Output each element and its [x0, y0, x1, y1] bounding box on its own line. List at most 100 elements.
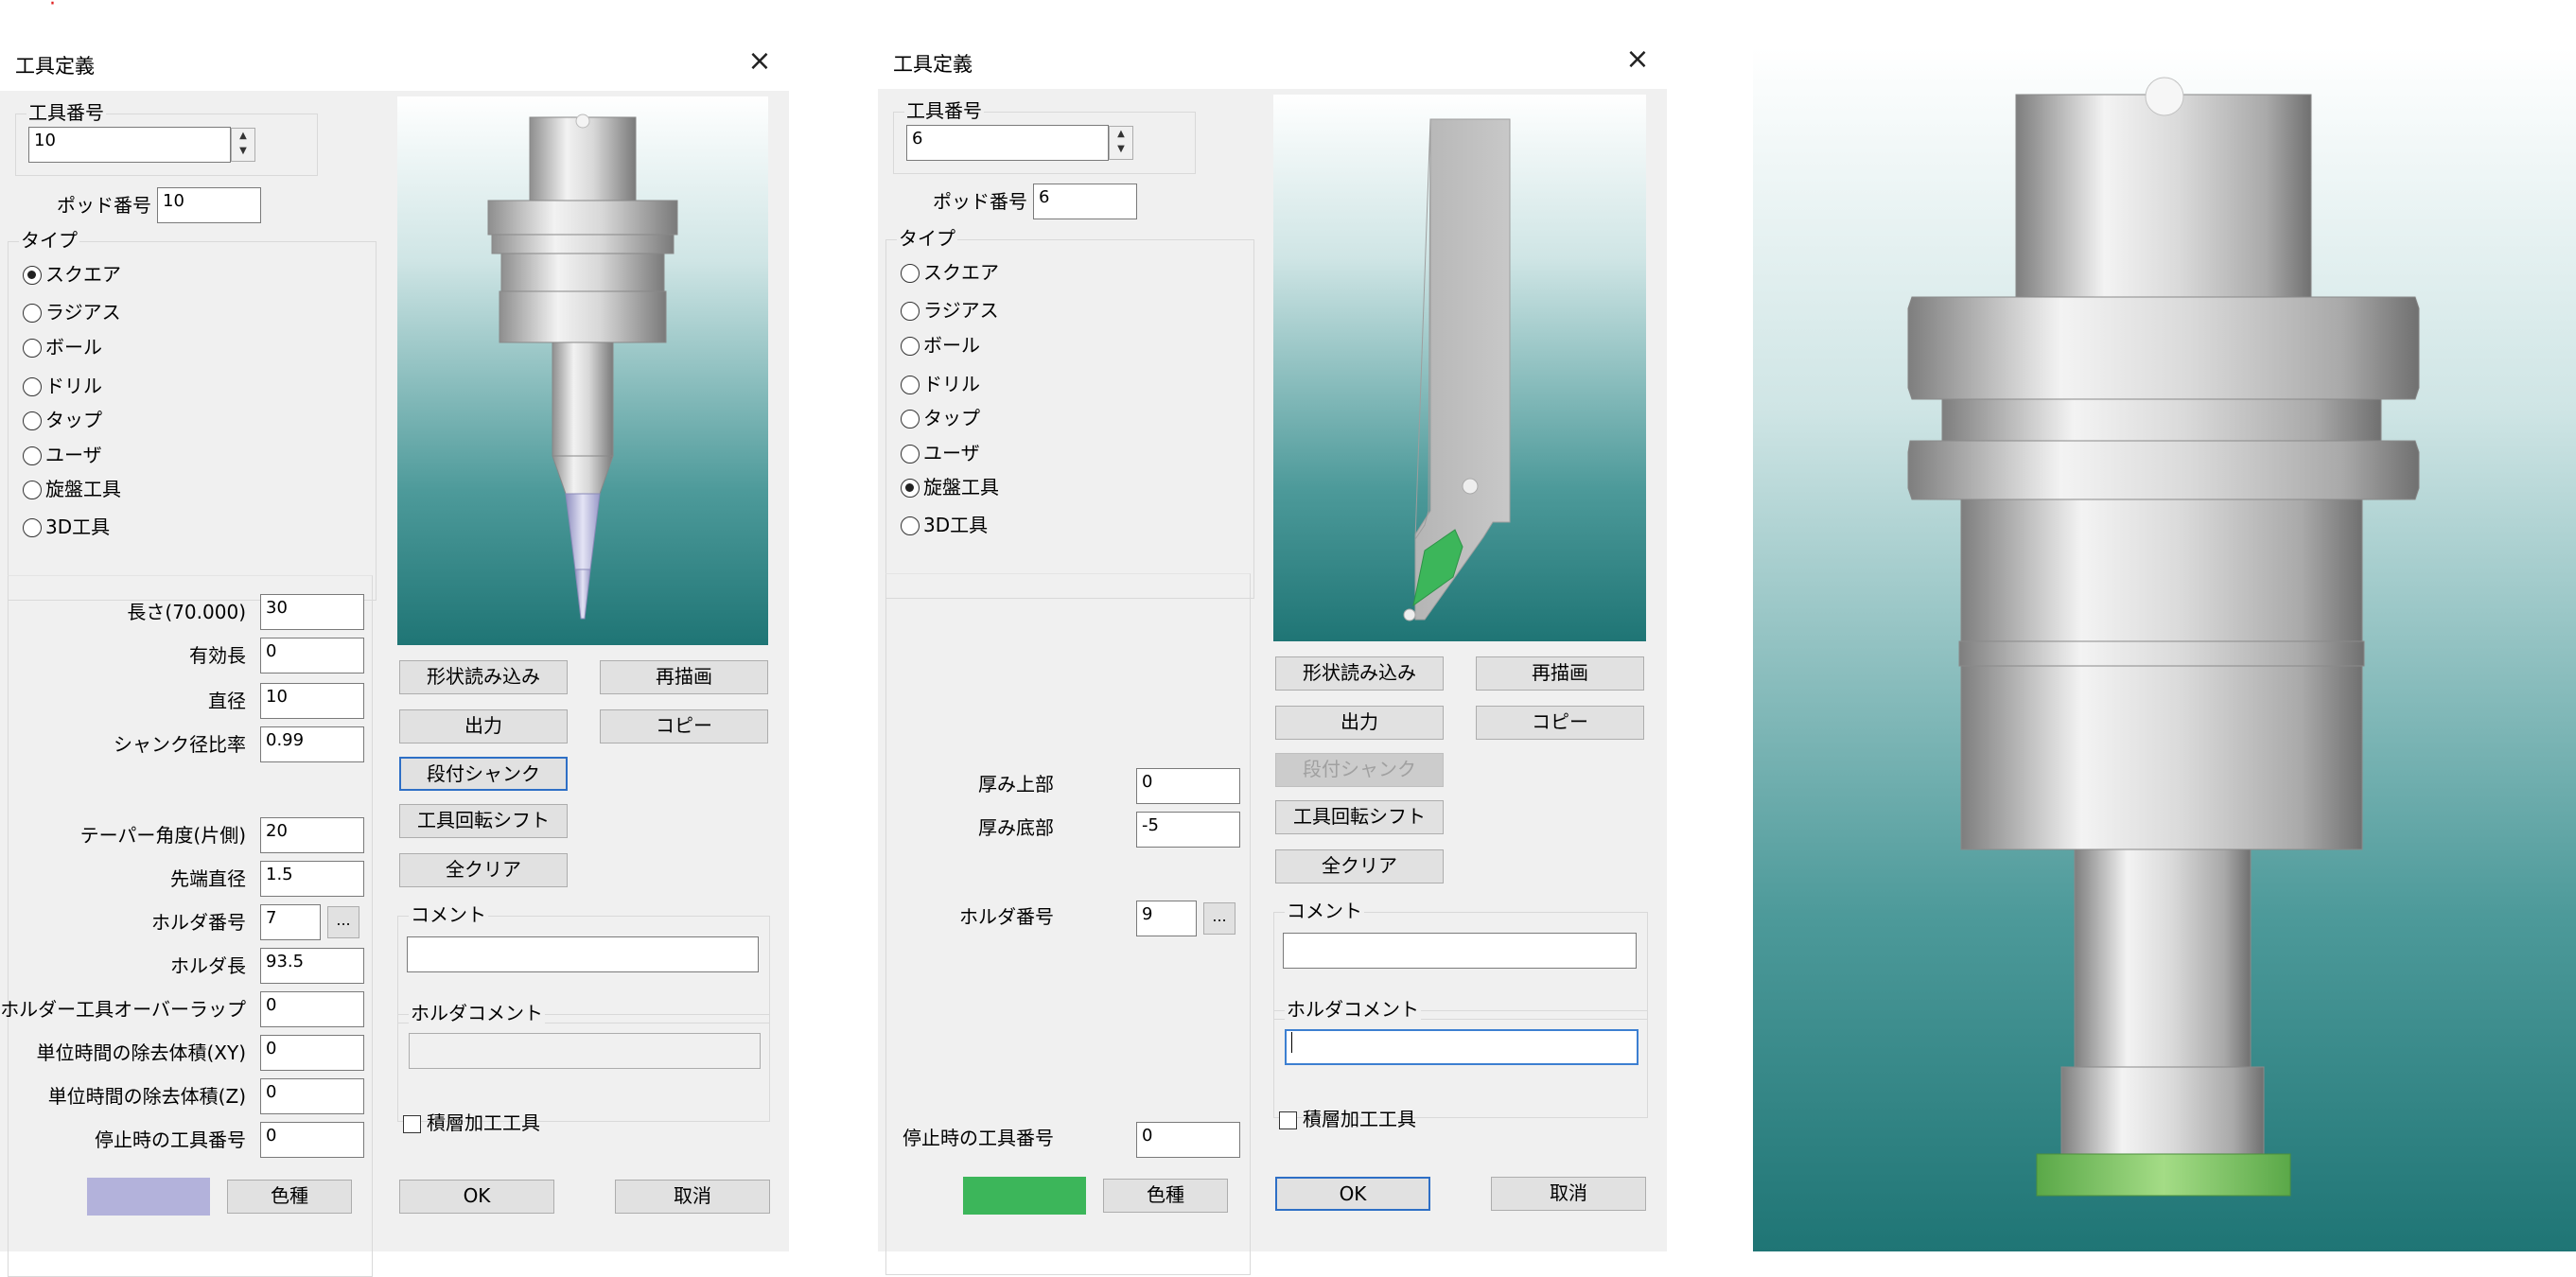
- color-button[interactable]: 色種: [1103, 1179, 1228, 1213]
- tool-number-spinner[interactable]: ▲ ▼: [231, 128, 255, 162]
- output-button[interactable]: 出力: [1275, 706, 1444, 740]
- text-cursor: [1291, 1032, 1292, 1053]
- type-radio-drill[interactable]: ドリル: [901, 372, 980, 396]
- holder-number-label: ホルダ番号: [151, 911, 246, 934]
- diameter-input[interactable]: 10: [260, 683, 364, 719]
- type-radio-ball[interactable]: ボール: [23, 335, 102, 359]
- type-radio-radius[interactable]: ラジアス: [23, 300, 121, 324]
- pot-number-input[interactable]: 6: [1033, 184, 1137, 219]
- pot-number-input[interactable]: 10: [157, 187, 261, 223]
- radio-selected-icon: [23, 266, 42, 285]
- type-radio-square[interactable]: スクエア: [901, 260, 999, 285]
- stop-tool-number-label: 停止時の工具番号: [902, 1127, 1054, 1149]
- comment-input[interactable]: [1283, 933, 1637, 969]
- tool-rotation-shift-button[interactable]: 工具回転シフト: [399, 804, 568, 838]
- diameter-label: 直径: [208, 690, 246, 712]
- type-radio-square[interactable]: スクエア: [23, 262, 121, 287]
- tool-number-input[interactable]: 6: [906, 125, 1109, 161]
- spin-up-icon[interactable]: ▲: [1110, 127, 1132, 142]
- spin-down-icon[interactable]: ▼: [1110, 142, 1132, 157]
- checkbox-icon: [1279, 1111, 1297, 1129]
- cancel-button[interactable]: 取消: [1491, 1177, 1646, 1211]
- holder-comment-label: ホルダコメント: [1285, 998, 1421, 1021]
- holder-number-input[interactable]: 7: [260, 904, 321, 940]
- shank-ratio-input[interactable]: 0.99: [260, 726, 364, 762]
- load-shape-button[interactable]: 形状読み込み: [399, 660, 568, 694]
- holder-number-input[interactable]: 9: [1136, 901, 1197, 936]
- holder-number-label: ホルダ番号: [959, 905, 1054, 928]
- dialog-title: 工具定義: [15, 55, 95, 78]
- redraw-button[interactable]: 再描画: [600, 660, 768, 694]
- close-icon[interactable]: ×: [1621, 44, 1654, 76]
- stop-tool-number-input[interactable]: 0: [1136, 1122, 1240, 1158]
- additive-tool-checkbox[interactable]: 積層加工工具: [403, 1111, 540, 1135]
- thickness-bottom-input[interactable]: -5: [1136, 812, 1240, 848]
- stop-tool-number-input[interactable]: 0: [260, 1122, 364, 1158]
- holder-comment-input: [409, 1033, 761, 1069]
- holder-comment-input[interactable]: [1285, 1029, 1638, 1065]
- comment-input[interactable]: [407, 936, 759, 972]
- comment-label: コメント: [1285, 900, 1364, 922]
- taper-angle-input[interactable]: 20: [260, 817, 364, 853]
- tip-diameter-input[interactable]: 1.5: [260, 861, 364, 897]
- checkbox-icon: [403, 1115, 421, 1133]
- spin-up-icon[interactable]: ▲: [232, 129, 254, 144]
- tool-rotation-shift-button[interactable]: 工具回転シフト: [1275, 800, 1444, 834]
- thickness-top-input[interactable]: 0: [1136, 768, 1240, 804]
- copy-button[interactable]: コピー: [1476, 706, 1644, 740]
- radio-icon: [23, 377, 42, 396]
- type-radio-ball[interactable]: ボール: [901, 333, 980, 358]
- holder-overlap-input[interactable]: 0: [260, 991, 364, 1027]
- radio-icon: [901, 410, 920, 429]
- effective-length-input[interactable]: 0: [260, 638, 364, 673]
- holder-overlap-label: ホルダー工具オーバーラップ: [0, 998, 246, 1021]
- removal-z-input[interactable]: 0: [260, 1078, 364, 1114]
- type-radio-radius[interactable]: ラジアス: [901, 298, 999, 323]
- output-button[interactable]: 出力: [399, 709, 568, 743]
- type-radio-lathe-tool[interactable]: 旋盤工具: [901, 475, 999, 499]
- close-icon[interactable]: ×: [744, 45, 776, 78]
- type-radio-lathe-tool[interactable]: 旋盤工具: [23, 477, 121, 501]
- radio-icon: [901, 302, 920, 321]
- type-radio-drill[interactable]: ドリル: [23, 374, 102, 398]
- type-radio-tap[interactable]: タップ: [901, 406, 980, 430]
- pot-number-label: ポッド番号: [933, 190, 1027, 213]
- stepped-shank-button: 段付シャンク: [1275, 753, 1444, 787]
- ok-button[interactable]: OK: [399, 1180, 554, 1214]
- tool-shape-drawing-large: [1907, 77, 2420, 1197]
- title-bar: 工具定義 ×: [878, 36, 1667, 89]
- cancel-button[interactable]: 取消: [615, 1180, 770, 1214]
- tool-number-input[interactable]: 10: [28, 127, 231, 163]
- holder-length-input[interactable]: 93.5: [260, 948, 364, 984]
- load-shape-button[interactable]: 形状読み込み: [1275, 656, 1444, 691]
- tool-number-label: 工具番号: [26, 101, 106, 124]
- stepped-shank-button[interactable]: 段付シャンク: [399, 757, 568, 791]
- additive-tool-checkbox[interactable]: 積層加工工具: [1279, 1107, 1416, 1131]
- title-bar: 工具定義 ×: [0, 38, 789, 91]
- tool-number-spinner[interactable]: ▲ ▼: [1109, 126, 1133, 160]
- holder-browse-button[interactable]: ...: [1203, 902, 1235, 935]
- redraw-button[interactable]: 再描画: [1476, 656, 1644, 691]
- type-radio-3d-tool[interactable]: 3D工具: [901, 513, 988, 537]
- spin-down-icon[interactable]: ▼: [232, 144, 254, 159]
- removal-xy-input[interactable]: 0: [260, 1035, 364, 1071]
- clear-all-button[interactable]: 全クリア: [399, 853, 568, 887]
- radio-icon: [901, 376, 920, 394]
- taper-angle-label: テーパー角度(片側): [79, 824, 246, 847]
- copy-button[interactable]: コピー: [600, 709, 768, 743]
- radio-icon: [901, 264, 920, 283]
- pot-number-label: ポッド番号: [57, 194, 151, 217]
- type-radio-tap[interactable]: タップ: [23, 408, 102, 432]
- color-button[interactable]: 色種: [227, 1180, 352, 1214]
- type-radio-3d-tool[interactable]: 3D工具: [23, 515, 110, 539]
- ok-button[interactable]: OK: [1275, 1177, 1430, 1211]
- clear-all-button[interactable]: 全クリア: [1275, 849, 1444, 883]
- length-input[interactable]: 30: [260, 594, 364, 630]
- tool-shape-drawing: [1403, 118, 1511, 621]
- holder-browse-button[interactable]: ...: [327, 906, 359, 938]
- radio-icon: [23, 446, 42, 465]
- type-radio-user[interactable]: ユーザ: [901, 441, 980, 465]
- type-label: タイプ: [19, 229, 79, 252]
- type-radio-user[interactable]: ユーザ: [23, 443, 102, 467]
- radio-icon: [23, 339, 42, 358]
